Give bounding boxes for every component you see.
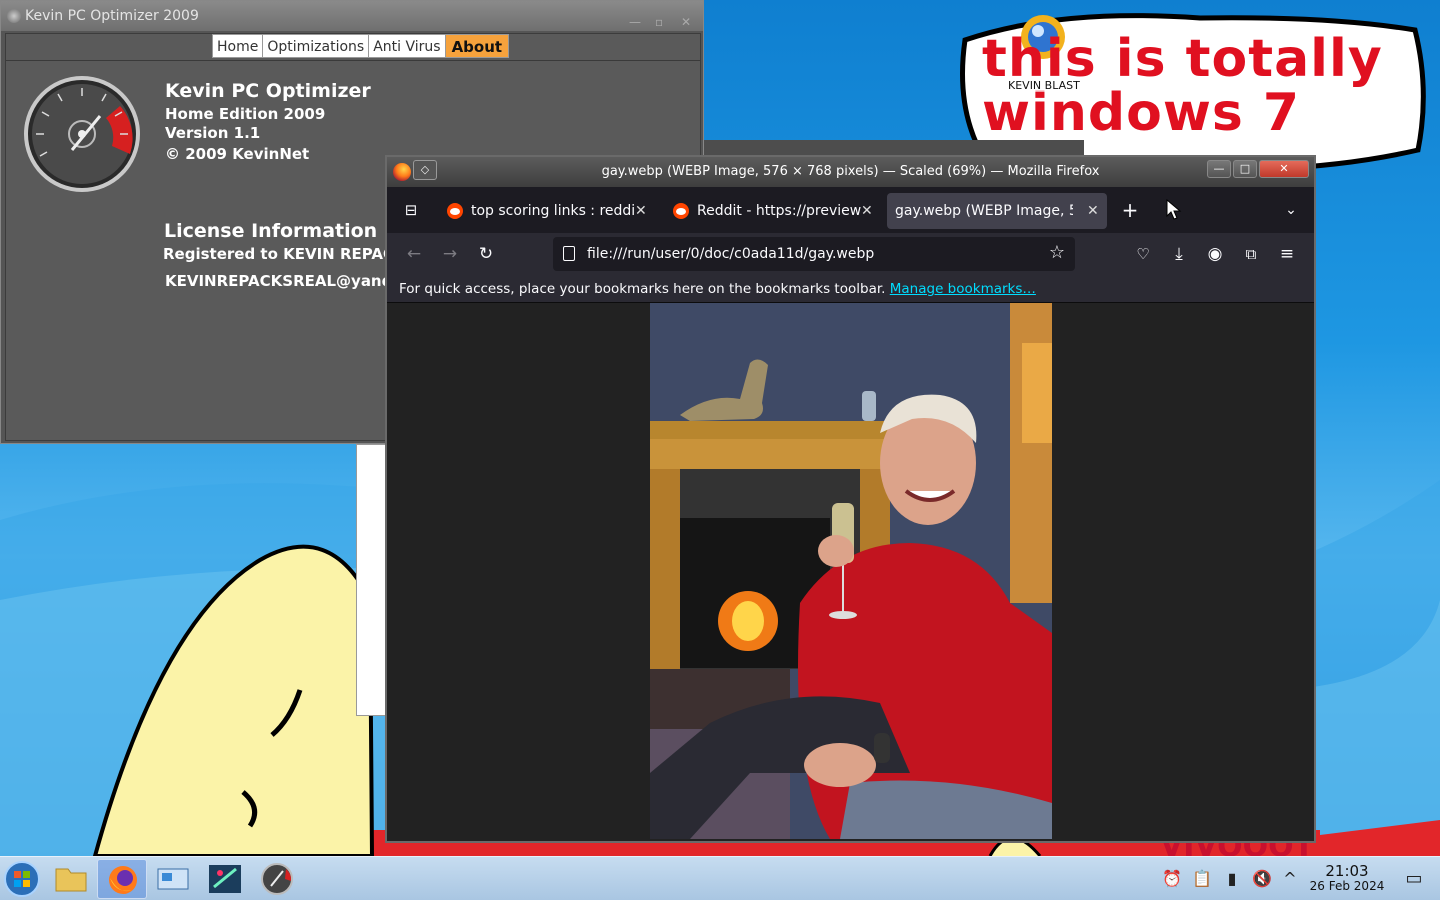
- extensions-icon[interactable]: ⧉: [1239, 242, 1263, 266]
- taskbar-firefox[interactable]: [97, 859, 147, 899]
- tab-reddit-preview[interactable]: Reddit - https://preview.r ✕: [663, 193, 881, 229]
- kevin-blast-icon: [209, 865, 241, 893]
- url-bar[interactable]: file:///run/user/0/doc/c0ada11d/gay.webp…: [553, 237, 1075, 271]
- product-copyright: © 2009 KevinNet: [165, 145, 310, 163]
- taskbar-control-panel[interactable]: [148, 859, 198, 899]
- clock[interactable]: 21:03 26 Feb 2024: [1304, 863, 1390, 894]
- clipboard-icon[interactable]: 📋: [1191, 868, 1213, 890]
- optimizer-window-title: Kevin PC Optimizer 2009: [25, 8, 199, 24]
- taskbar: ⏰ 📋 ▮ 🔇 ^ 21:03 26 Feb 2024 ▭: [0, 856, 1440, 900]
- manage-bookmarks-link[interactable]: Manage bookmarks…: [890, 281, 1036, 297]
- close-tab-icon[interactable]: ✕: [861, 193, 873, 229]
- menu-optimizations[interactable]: Optimizations: [262, 34, 370, 58]
- tray-expand-icon[interactable]: ^: [1279, 868, 1301, 890]
- optimizer-icon: [261, 863, 293, 895]
- menu-anti-virus[interactable]: Anti Virus: [368, 34, 446, 58]
- clock-time: 21:03: [1325, 862, 1369, 880]
- bookmark-star-icon[interactable]: ☆: [1049, 242, 1065, 263]
- back-icon[interactable]: ←: [402, 242, 426, 266]
- account-icon[interactable]: ◉: [1203, 242, 1227, 266]
- tab-label: gay.webp (WEBP Image, 576: [895, 203, 1073, 219]
- alarm-icon[interactable]: ⏰: [1161, 868, 1183, 890]
- taskbar-kevin-blast[interactable]: [200, 859, 250, 899]
- product-version: Version 1.1: [165, 124, 261, 142]
- firefox-icon: [109, 866, 137, 894]
- taskbar-optimizer[interactable]: [252, 859, 302, 899]
- optimizer-menubar: Home Optimizations Anti Virus About: [212, 34, 510, 58]
- image-viewer: [387, 303, 1314, 841]
- bookmarks-hint: For quick access, place your bookmarks h…: [399, 281, 886, 297]
- kevin-blast-logo-label: KEVIN BLAST: [1006, 79, 1082, 92]
- show-desktop-icon[interactable]: ▭: [1403, 868, 1425, 890]
- photo-of-man-with-champagne-by-fireplace[interactable]: [650, 303, 1052, 839]
- reload-icon[interactable]: ↻: [474, 242, 498, 266]
- url-text[interactable]: file:///run/user/0/doc/c0ada11d/gay.webp: [587, 237, 874, 271]
- tab-label: top scoring links : reddit: [471, 203, 635, 219]
- close-tab-icon[interactable]: ✕: [635, 193, 647, 229]
- volume-muted-icon[interactable]: 🔇: [1251, 868, 1273, 890]
- pin-window-icon[interactable]: ◇: [413, 160, 437, 180]
- close-icon[interactable]: ✕: [1259, 160, 1309, 178]
- menu-hamburger-icon[interactable]: ≡: [1275, 242, 1299, 266]
- minimize-icon[interactable]: —: [1207, 160, 1231, 178]
- menu-about[interactable]: About: [444, 34, 510, 58]
- list-all-tabs-icon[interactable]: ⌄: [1279, 198, 1303, 222]
- start-button[interactable]: [0, 859, 50, 899]
- tab-reddit-top[interactable]: top scoring links : reddit ✕: [437, 193, 655, 229]
- menu-home[interactable]: Home: [212, 34, 264, 58]
- close-tab-icon[interactable]: ✕: [1087, 193, 1099, 229]
- forward-icon[interactable]: →: [438, 242, 462, 266]
- control-panel-icon: [157, 868, 189, 890]
- product-name: Kevin PC Optimizer: [165, 80, 371, 102]
- reddit-icon: [447, 203, 463, 219]
- bookmarks-toolbar: For quick access, place your bookmarks h…: [387, 275, 1314, 303]
- battery-icon[interactable]: ▮: [1221, 868, 1243, 890]
- start-orb-icon: [4, 861, 40, 897]
- tab-overview-icon[interactable]: ⊟: [399, 198, 423, 222]
- speech-bubble-line1: this is totally: [982, 29, 1383, 89]
- license-heading: License Information: [164, 220, 378, 242]
- reddit-icon: [673, 203, 689, 219]
- clock-date: 26 Feb 2024: [1309, 879, 1385, 893]
- tab-label: Reddit - https://preview.r: [697, 203, 861, 219]
- firefox-window: ◇ gay.webp (WEBP Image, 576 × 768 pixels…: [385, 155, 1316, 843]
- downloads-icon[interactable]: ⤓: [1167, 242, 1191, 266]
- license-registered-to: Registered to KEVIN REPACK: [163, 245, 406, 263]
- firefox-titlebar[interactable]: ◇ gay.webp (WEBP Image, 576 × 768 pixels…: [387, 157, 1314, 187]
- product-edition: Home Edition 2009: [165, 105, 326, 123]
- menubar-divider: [6, 60, 700, 61]
- taskbar-file-manager[interactable]: [46, 859, 96, 899]
- maximize-icon[interactable]: □: [1233, 160, 1257, 178]
- new-tab-icon[interactable]: +: [1118, 198, 1142, 222]
- optimizer-titlebar[interactable]: Kevin PC Optimizer 2009 — ▫ ✕: [1, 1, 703, 31]
- optimizer-app-icon: [7, 9, 21, 23]
- mouse-cursor-icon: [1166, 199, 1182, 220]
- page-icon: [563, 246, 575, 261]
- tab-gay-webp[interactable]: gay.webp (WEBP Image, 576 ✕: [887, 193, 1107, 229]
- firefox-window-title: gay.webp (WEBP Image, 576 × 768 pixels) …: [601, 164, 1100, 179]
- speedometer-icon: [24, 76, 140, 192]
- file-manager-icon: [55, 868, 87, 892]
- navigation-toolbar: ← → ↻ file:///run/user/0/doc/c0ada11d/ga…: [387, 233, 1314, 275]
- license-email: KEVINREPACKSREAL@yand: [165, 272, 393, 290]
- pocket-icon[interactable]: ♡: [1131, 242, 1155, 266]
- firefox-icon: [393, 163, 411, 181]
